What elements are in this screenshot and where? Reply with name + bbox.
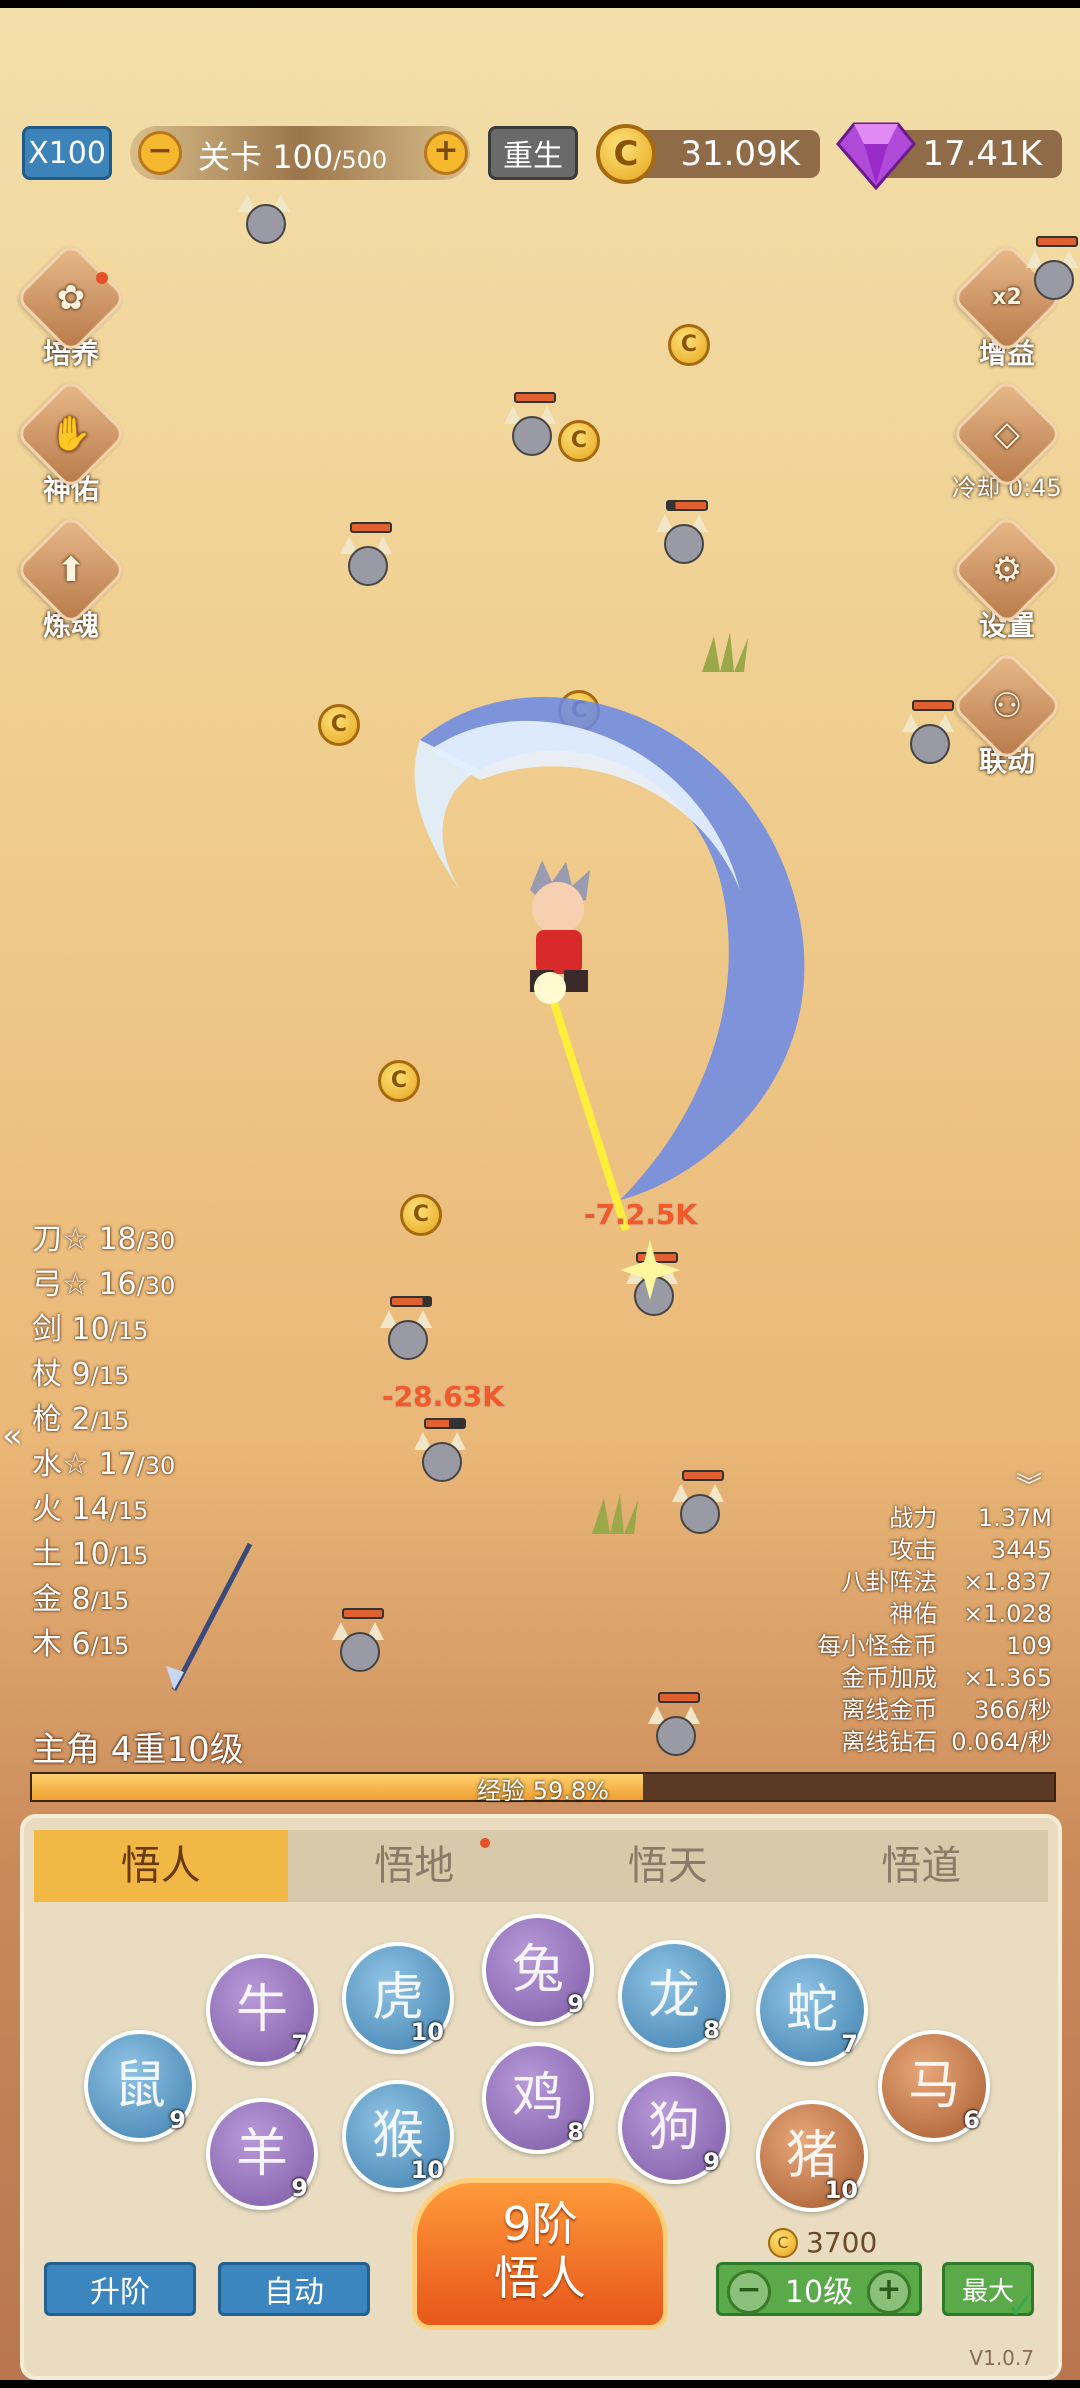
exp-text: 经验 59.8%	[477, 1777, 609, 1805]
zodiac-pig-icon[interactable]: 猪 10	[756, 2100, 868, 2212]
stat-row: 离线金币 366/秒	[841, 1696, 1052, 1724]
cost-value: 3700	[806, 2226, 878, 2259]
tab-bar: 悟人 悟地 悟天 悟道	[34, 1830, 1048, 1902]
menu-blessing-button[interactable]: ✋ 神佑	[14, 377, 128, 508]
notification-dot	[480, 1838, 490, 1848]
menu-cultivate-button[interactable]: ✿ 培养	[14, 241, 128, 372]
weapon-row[interactable]: 金 8/15	[32, 1578, 175, 1623]
damage-number: -28.63K	[382, 1380, 504, 1413]
top-edge	[0, 0, 1080, 8]
zodiac-snake-icon[interactable]: 蛇7	[756, 1954, 868, 2066]
coin-pickup[interactable]: C	[318, 704, 360, 746]
zodiac-tiger-icon[interactable]: 虎 10	[342, 1942, 454, 2054]
rank-name-text: 悟人	[494, 2251, 586, 2305]
chevron-down-icon[interactable]: ︾	[1016, 1466, 1042, 1503]
weapon-row[interactable]: 剑 10/15	[32, 1308, 175, 1353]
rank-up-button[interactable]: 9阶 悟人	[412, 2178, 668, 2330]
coin-pickup[interactable]: C	[558, 420, 600, 462]
level-stepper: − 10级 +	[716, 2262, 922, 2316]
weapon-row[interactable]: 水☆ 17/30	[32, 1443, 175, 1488]
gem-value: 17.41K	[922, 134, 1042, 174]
zodiac-rat-icon[interactable]: 鼠9	[84, 2030, 196, 2142]
tab-wuren[interactable]: 悟人	[34, 1830, 288, 1902]
monster[interactable]	[900, 700, 956, 766]
tab-wudao[interactable]: 悟道	[794, 1830, 1048, 1902]
zodiac-dog-icon[interactable]: 狗9	[618, 2072, 730, 2184]
zodiac-ox-icon[interactable]: 牛7	[206, 1954, 318, 2066]
grass-decoration	[592, 1494, 638, 1534]
zodiac-horse-icon[interactable]: 马6	[878, 2030, 990, 2142]
weapon-row[interactable]: 弓☆ 16/30	[32, 1263, 175, 1308]
tab-wutian[interactable]: 悟天	[541, 1830, 795, 1902]
notification-dot	[96, 272, 108, 284]
level-minus-button[interactable]: −	[727, 2270, 771, 2314]
gold-coin-icon: C	[768, 2227, 798, 2258]
weapon-list: 刀☆ 18/30 弓☆ 16/30 剑 10/15 杖 9/15 枪 2/15 …	[32, 1218, 175, 1668]
hit-spark-icon	[620, 1240, 680, 1300]
damage-number: -7.2.5K	[584, 1198, 698, 1231]
monster[interactable]	[1024, 236, 1080, 302]
monster[interactable]	[338, 522, 394, 588]
stat-row: 金币加成 ×1.365	[841, 1664, 1052, 1692]
monster[interactable]	[378, 1296, 434, 1362]
level-value: 10级	[784, 2275, 854, 2310]
auto-button[interactable]: 自动	[218, 2262, 370, 2316]
menu-cooldown-button[interactable]: ◇ 冷却 0:45	[942, 377, 1072, 503]
collapse-left-icon[interactable]: «	[2, 1416, 23, 1456]
speed-button[interactable]: X100	[22, 126, 112, 180]
monster[interactable]	[646, 1692, 702, 1758]
monster[interactable]	[412, 1418, 468, 1484]
gem-icon	[836, 122, 916, 190]
weapon-row[interactable]: 火 14/15	[32, 1488, 175, 1533]
grass-decoration	[702, 632, 748, 672]
upgrade-rank-button[interactable]: 升阶	[44, 2262, 196, 2316]
stage-prefix: 关卡	[198, 138, 263, 176]
zodiac-rooster-icon[interactable]: 鸡8	[482, 2042, 594, 2154]
version-label: V1.0.7	[969, 2346, 1034, 2370]
zodiac-monkey-icon[interactable]: 猴 10	[342, 2080, 454, 2192]
zodiac-rabbit-icon[interactable]: 兔9	[482, 1914, 594, 2026]
monster[interactable]	[654, 500, 710, 566]
coin-pickup[interactable]: C	[668, 324, 710, 366]
stage-current: 100	[272, 138, 334, 176]
hero-level: 主角 4重10级	[32, 1730, 244, 1770]
menu-settings-button[interactable]: ⚙ 设置	[950, 513, 1064, 644]
bottom-edge	[0, 2380, 1080, 2388]
stage-label: 关卡 100/500	[198, 132, 387, 178]
menu-refine-soul-button[interactable]: ⬆ 炼魂	[14, 513, 128, 644]
stat-row: 神佑 ×1.028	[889, 1600, 1052, 1628]
checkmark-icon: ✓	[1006, 2286, 1037, 2327]
monster[interactable]	[236, 190, 292, 246]
gold-value: 31.09K	[680, 134, 800, 174]
stage-minus-button[interactable]: −	[138, 131, 182, 175]
rebirth-button[interactable]: 重生	[488, 126, 578, 180]
weapon-row[interactable]: 木 6/15	[32, 1623, 175, 1668]
stat-row: 八卦阵法 ×1.837	[841, 1568, 1052, 1596]
level-plus-button[interactable]: +	[867, 2270, 911, 2314]
stage-bar: − 关卡 100/500 +	[130, 126, 470, 180]
stage-plus-button[interactable]: +	[424, 131, 468, 175]
monster[interactable]	[502, 392, 558, 458]
zodiac-goat-icon[interactable]: 羊9	[206, 2098, 318, 2210]
weapon-row[interactable]: 杖 9/15	[32, 1353, 175, 1398]
stats-panel: 战力 1.37M 攻击 3445 八卦阵法 ×1.837 神佑 ×1.028 每小怪金币…	[803, 1502, 1052, 1758]
monster[interactable]	[330, 1608, 386, 1674]
tab-wudi[interactable]: 悟地	[287, 1830, 541, 1902]
zodiac-dragon-icon[interactable]: 龙8	[618, 1940, 730, 2052]
weapon-row[interactable]: 土 10/15	[32, 1533, 175, 1578]
monster[interactable]	[670, 1470, 726, 1536]
weapon-row[interactable]: 枪 2/15	[32, 1398, 175, 1443]
rank-level-text: 9阶	[502, 2197, 578, 2251]
stat-row: 每小怪金币 109	[817, 1632, 1052, 1660]
weapon-row[interactable]: 刀☆ 18/30	[32, 1218, 175, 1263]
exp-bar: 经验 59.8%	[30, 1772, 1056, 1805]
stat-row: 战力 1.37M	[889, 1504, 1052, 1532]
stage-total: 500	[341, 146, 388, 174]
gold-coin-icon: C	[596, 124, 656, 184]
upgrade-cost: C 3700	[768, 2226, 877, 2259]
stat-row: 离线钻石 0.064/秒	[841, 1728, 1052, 1756]
stat-row: 攻击 3445	[889, 1536, 1052, 1564]
menu-link-button[interactable]: ⚇ 联动	[950, 649, 1064, 780]
